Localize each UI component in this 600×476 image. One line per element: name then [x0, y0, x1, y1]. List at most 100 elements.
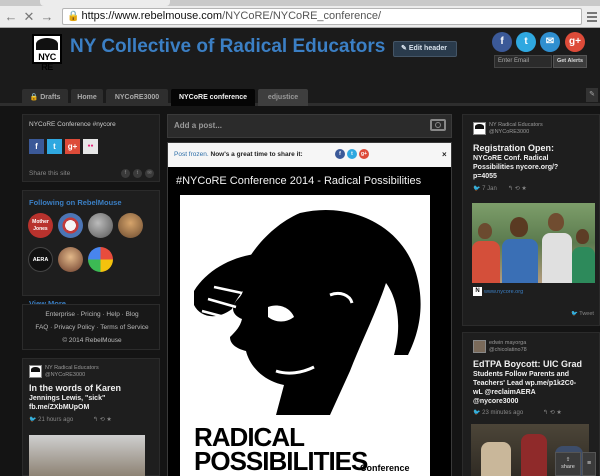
tab-drafts[interactable]: 🔒 Drafts	[22, 89, 68, 106]
facebook-share-icon[interactable]: f	[29, 139, 44, 154]
share-icon: ⇪	[565, 457, 571, 463]
post-source-name: edwin mayorga	[489, 340, 527, 346]
tweet-button[interactable]: 🐦 Tweet	[571, 311, 594, 317]
post-avatar[interactable]	[29, 365, 42, 378]
post-actions-icon[interactable]: ↰ ⟲ ★	[543, 409, 562, 416]
twitter-icon[interactable]: t	[347, 149, 357, 159]
post-title-line-2: NYCoRE Conf. Radical	[473, 155, 549, 162]
lock-icon: 🔒	[67, 11, 80, 22]
post-title-line-3[interactable]: Teachers' Lead wp.me/p1k2C0-	[473, 380, 576, 388]
tab-nycore3000[interactable]: NYCoRE3000	[106, 89, 168, 106]
google-plus-icon[interactable]: g+	[359, 149, 369, 159]
frozen-message: Now's a great time to share it:	[208, 151, 303, 158]
avatar-woman[interactable]	[58, 247, 83, 272]
post-time-text: 23 minutes ago	[482, 410, 524, 416]
post-title-line-4[interactable]: wL @reclaimAERA	[473, 389, 536, 397]
edit-header-button[interactable]: ✎ Edit header	[393, 41, 457, 57]
edit-pencil-icon[interactable]: ✎	[586, 88, 598, 102]
post-title[interactable]: #NYCoRE Conference 2014 - Radical Possib…	[176, 175, 421, 187]
post-time-text: 21 hours ago	[38, 417, 74, 423]
bird-icon: 🐦	[473, 186, 483, 192]
copyright: © 2014 RebelMouse	[62, 337, 122, 344]
post-source-handle: @NYCoRE3000	[489, 129, 530, 135]
frozen-notice: Post frozen. Now's a great time to share…	[168, 143, 451, 167]
email-mini-icon[interactable]: ✉	[145, 169, 154, 178]
avatar-circle-logo[interactable]	[58, 213, 83, 238]
tab-edjustice[interactable]: edjustice	[258, 89, 308, 106]
post-avatar[interactable]	[473, 340, 486, 353]
post-actions-icon[interactable]: ↰ ⟲ ★	[93, 416, 112, 423]
twitter-mini-icon[interactable]: t	[133, 169, 142, 178]
post-actions-icon[interactable]: ↰ ⟲ ★	[508, 185, 527, 192]
facebook-icon[interactable]: f	[335, 149, 345, 159]
post-title-line-4[interactable]: p=4055	[473, 173, 497, 181]
post-photo[interactable]	[29, 435, 145, 476]
edit-header-label: Edit header	[408, 45, 447, 52]
source-link[interactable]: www.nycore.org	[484, 289, 523, 295]
post-date-text: 7 Jan	[482, 186, 497, 192]
footer-row-2[interactable]: FAQ · Privacy Policy · Terms of Service	[23, 324, 161, 331]
camera-icon[interactable]	[430, 119, 446, 131]
pencil-icon: ✎	[401, 45, 407, 52]
post-source-handle: @NYCoRE3000	[45, 372, 86, 378]
post-source-handle: @chicolatino78	[489, 347, 527, 353]
tab-home[interactable]: Home	[71, 89, 103, 106]
share-tab-button[interactable]: ⇪ share	[555, 452, 581, 476]
facebook-mini-icon[interactable]: f	[121, 169, 130, 178]
right-post-card-1[interactable]: NY Radical Educators @NYCoRE3000 Registr…	[462, 114, 600, 326]
email-alert-input[interactable]: Enter Email	[494, 55, 552, 68]
post-avatar[interactable]	[473, 122, 486, 135]
post-title-line-1: In the words of Karen	[29, 383, 122, 393]
nycore-site-icon: N	[473, 287, 482, 296]
section-tabs: 🔒 Drafts Home NYCoRE3000 NYCoRE conferen…	[0, 82, 600, 106]
back-icon[interactable]: ←	[4, 9, 18, 25]
close-icon[interactable]: ✕	[22, 9, 36, 25]
lock-icon: 🔒	[29, 94, 41, 101]
poster-headline-line-2: POSSIBILITIES	[194, 446, 368, 476]
share-tab-label: share	[561, 464, 575, 470]
url-path: /NYCoRE/NYCoRE_conference/	[222, 10, 382, 22]
following-widget: Following on RebelMouse Mother Jones AER…	[22, 190, 160, 308]
address-bar[interactable]: 🔒 https://www.rebelmouse.com/NYCoRE/NYCoR…	[62, 8, 582, 25]
close-icon[interactable]: ×	[442, 150, 447, 159]
avatar-mother-jones[interactable]: Mother Jones	[28, 213, 53, 238]
bird-icon: 🐦	[473, 410, 483, 416]
browser-menu-icon[interactable]	[586, 10, 598, 24]
students-photo[interactable]	[472, 203, 595, 283]
nycore-logo[interactable]: NYC RE	[32, 34, 62, 72]
footer-row-1[interactable]: Enterprise · Pricing · Help · Blog	[23, 311, 161, 318]
email-icon[interactable]: ✉	[540, 32, 560, 52]
frozen-text: Post frozen. Now's a great time to share…	[174, 151, 303, 158]
post-time: 🐦 23 minutes ago	[473, 409, 523, 416]
post-title-line-5[interactable]: @nycore3000	[473, 398, 518, 406]
post-title-line-1: Registration Open:	[473, 143, 555, 153]
post-title-line-3[interactable]: Possibilities nycore.org/?	[473, 164, 558, 172]
tweet-label: Tweet	[579, 311, 594, 317]
menu-icon[interactable]: ≡	[582, 452, 596, 476]
logo-text: NYC RE	[38, 52, 56, 72]
conference-poster[interactable]: RADICAL POSSIBILITIES Conference	[180, 195, 430, 476]
bird-icon: 🐦	[29, 417, 39, 423]
frozen-link[interactable]: Post frozen.	[174, 151, 209, 158]
facebook-icon[interactable]: f	[492, 32, 512, 52]
url-domain: https://www.rebelmouse.com	[81, 10, 223, 22]
get-alerts-button[interactable]: Get Alerts	[553, 55, 587, 68]
google-share-icon[interactable]: g+	[65, 139, 80, 154]
forward-icon[interactable]: →	[40, 9, 54, 25]
twitter-share-icon[interactable]: t	[47, 139, 62, 154]
post-link[interactable]: fb.me/ZXbMUpOM	[29, 404, 89, 412]
flickr-share-icon[interactable]: ●●	[83, 139, 98, 154]
logo-figure	[36, 38, 58, 50]
avatar-aera[interactable]: AERA	[28, 247, 53, 272]
left-post-card[interactable]: NY Radical Educators @NYCoRE3000 In the …	[22, 358, 160, 476]
twitter-icon[interactable]: t	[516, 32, 536, 52]
footer-links: Enterprise · Pricing · Help · Blog FAQ ·…	[22, 304, 160, 350]
site-title[interactable]: NY Collective of Radical Educators	[70, 36, 385, 58]
tab-nycore-conference[interactable]: NYCoRE conference	[171, 89, 255, 106]
avatar-color-wheel[interactable]	[88, 247, 113, 272]
add-post-input[interactable]: Add a post...	[167, 114, 452, 138]
featured-post: Post frozen. Now's a great time to share…	[167, 142, 452, 476]
avatar-person[interactable]	[118, 213, 143, 238]
avatar-gray[interactable]	[88, 213, 113, 238]
google-plus-icon[interactable]: g+	[565, 32, 585, 52]
